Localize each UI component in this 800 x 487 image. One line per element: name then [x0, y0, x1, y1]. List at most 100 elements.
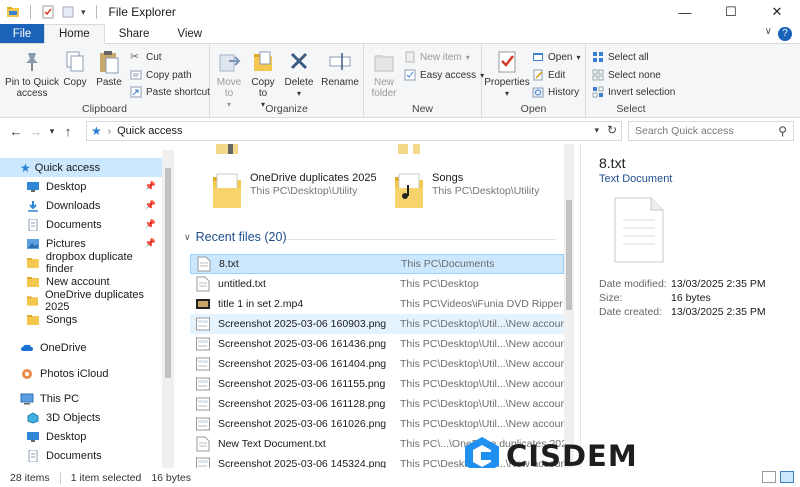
pin-to-quick-access-button[interactable]: Pin to Quick access — [4, 49, 60, 99]
address-bar[interactable]: ★ › Quick access ▾ ↻ — [86, 121, 622, 141]
invert-selection-button[interactable]: Invert selection — [592, 86, 675, 98]
tab-file[interactable]: File — [0, 24, 44, 43]
rename-label: Rename — [321, 77, 359, 88]
size-label: Size: — [599, 292, 623, 304]
file-row[interactable]: title 1 in set 2.mp4 This PC\Videos\iFuni… — [190, 294, 564, 314]
open-group: Properties ▾ Open ▾ Edit History Open — [482, 44, 586, 118]
star-icon: ★ — [20, 160, 31, 175]
properties-button[interactable]: Properties ▾ — [484, 49, 530, 99]
history-button[interactable]: History — [532, 86, 579, 98]
up-arrow-icon[interactable]: ↑ — [58, 124, 78, 139]
nav-item-desktop-pc[interactable]: Desktop — [0, 427, 162, 446]
desktop-icon — [27, 431, 39, 442]
folder-name: Songs — [432, 172, 464, 184]
nav-item-this-pc[interactable]: This PC — [0, 389, 162, 408]
expand-ribbon-icon[interactable]: ∨ — [765, 26, 772, 37]
nav-scrollbar[interactable] — [162, 150, 174, 468]
copy-button[interactable]: Copy — [60, 49, 90, 88]
copy-path-button[interactable]: Copy path — [130, 69, 192, 81]
recent-files-header[interactable]: ∨ Recent files (20) — [184, 230, 287, 244]
customize-toolbar-icon[interactable]: ▾ — [81, 7, 86, 18]
tab-home[interactable]: Home — [44, 24, 105, 44]
preview-title: 8.txt — [599, 155, 626, 171]
chevron-down-icon: ▾ — [504, 89, 509, 98]
nav-item-quick-access[interactable]: ★ Quick access — [0, 158, 162, 177]
open-button[interactable]: Open ▾ — [532, 51, 580, 63]
content-scrollbar-thumb[interactable] — [566, 200, 572, 310]
new-item-button[interactable]: New item ▾ — [404, 51, 470, 63]
folder-path: This PC\Desktop\Utility — [432, 185, 540, 197]
details-view-icon[interactable] — [762, 471, 776, 483]
cut-button[interactable]: ✂ Cut — [130, 51, 162, 63]
pin-icon[interactable]: 📌 — [145, 200, 156, 211]
pin-icon[interactable]: 📌 — [145, 219, 156, 230]
search-input[interactable]: Search Quick access ⚲ — [628, 121, 794, 141]
pin-label: Pin to Quick access — [5, 77, 59, 99]
select-none-icon — [592, 69, 604, 81]
file-row[interactable]: 8.txt This PC\Documents — [190, 254, 564, 274]
title-bar: ▾ File Explorer — ☐ ✕ — [0, 0, 800, 24]
tab-share[interactable]: Share — [105, 24, 164, 43]
nav-item-onedrive-duplicates-2025[interactable]: OneDrive duplicates 2025 — [0, 289, 162, 313]
nav-item-documents[interactable]: Documents 📌 — [0, 215, 162, 234]
image-file-icon — [196, 356, 210, 372]
move-to-button[interactable]: Move to ▾ — [214, 49, 244, 110]
delete-button[interactable]: Delete ▾ — [284, 49, 314, 99]
file-row[interactable]: Screenshot 2025-03-06 160903.png This PC\… — [190, 314, 569, 334]
pin-icon[interactable]: 📌 — [145, 181, 156, 192]
nav-scrollbar-thumb[interactable] — [165, 168, 171, 378]
maximize-button[interactable]: ☐ — [708, 0, 754, 24]
paste-button[interactable]: Paste — [94, 49, 124, 88]
new-item-icon — [405, 51, 415, 63]
select-all-button[interactable]: Select all — [592, 51, 649, 63]
file-name: Screenshot 2025-03-06 145324.png — [218, 458, 387, 468]
nav-item-documents-pc[interactable]: Documents — [0, 446, 162, 465]
file-row[interactable]: Screenshot 2025-03-06 161155.png This PC\… — [190, 374, 569, 394]
paste-shortcut-button[interactable]: Paste shortcut — [130, 86, 210, 98]
file-location: This PC\Desktop\Util...\New account — [400, 318, 570, 330]
file-row[interactable]: Screenshot 2025-03-06 161128.png This PC\… — [190, 394, 569, 414]
nav-item-onedrive[interactable]: OneDrive — [0, 338, 162, 357]
nav-item-photos-icloud[interactable]: Photos iCloud — [0, 364, 162, 383]
nav-item-label: Quick access — [34, 161, 101, 174]
new-folder-small-icon[interactable] — [61, 5, 75, 19]
refresh-icon[interactable]: ↻ — [607, 123, 617, 137]
nav-item-dropbox-duplicate-finder[interactable]: dropbox duplicate finder — [0, 251, 162, 275]
address-history-chevron-icon[interactable]: ▾ — [594, 125, 599, 136]
copy-to-button[interactable]: Copy to ▾ — [248, 49, 278, 110]
move-to-icon — [219, 54, 241, 72]
file-location: This PC\Desktop\Util...\New account — [400, 358, 570, 370]
select-none-button[interactable]: Select none — [592, 69, 661, 81]
tiles-view-icon[interactable] — [780, 471, 794, 483]
nav-item-downloads[interactable]: Downloads 📌 — [0, 196, 162, 215]
close-button[interactable]: ✕ — [754, 0, 800, 24]
recent-locations-chevron-icon[interactable]: ▾ — [46, 126, 58, 137]
nav-item-3d-objects[interactable]: 3D Objects — [0, 408, 162, 427]
folder-tile[interactable]: OneDrive duplicates 2025 This PC\Desktop… — [212, 172, 377, 210]
nav-item-desktop[interactable]: Desktop 📌 — [0, 177, 162, 196]
folder-icon — [26, 257, 39, 268]
back-arrow-icon[interactable]: ← — [6, 124, 26, 139]
file-row[interactable]: untitled.txt This PC\Desktop — [190, 274, 564, 294]
nav-item-songs[interactable]: Songs — [0, 310, 162, 329]
new-folder-button[interactable]: New folder — [368, 49, 400, 99]
forward-arrow-icon[interactable]: → — [26, 124, 46, 139]
help-icon[interactable]: ? — [778, 27, 792, 41]
breadcrumb-quick-access[interactable]: Quick access — [117, 125, 182, 137]
file-row[interactable]: Screenshot 2025-03-06 161404.png This PC\… — [190, 354, 569, 374]
file-row[interactable]: Screenshot 2025-03-06 161026.png This PC\… — [190, 414, 569, 434]
file-location: This PC\Desktop\Util...\New account — [400, 378, 570, 390]
folder-app-icon[interactable] — [6, 5, 20, 19]
pin-icon[interactable]: 📌 — [145, 238, 156, 249]
edit-button[interactable]: Edit — [532, 69, 565, 81]
file-name: Screenshot 2025-03-06 161026.png — [218, 418, 387, 430]
folder-tile[interactable]: Songs This PC\Desktop\Utility — [394, 172, 539, 210]
tab-view[interactable]: View — [163, 24, 216, 43]
minimize-button[interactable]: — — [662, 0, 708, 24]
easy-access-button[interactable]: Easy access ▾ — [404, 69, 484, 81]
file-row[interactable]: Screenshot 2025-03-06 161436.png This PC\… — [190, 334, 569, 354]
rename-button[interactable]: Rename — [320, 49, 360, 88]
paste-icon — [100, 51, 119, 74]
content-scrollbar[interactable] — [564, 144, 574, 468]
properties-check-icon[interactable] — [41, 5, 55, 19]
